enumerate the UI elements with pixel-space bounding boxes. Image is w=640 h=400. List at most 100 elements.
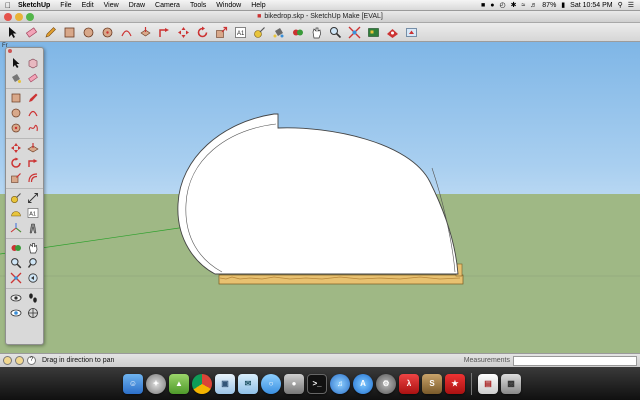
push-pull-icon[interactable] <box>25 141 41 155</box>
move-icon[interactable] <box>8 141 24 155</box>
orbit-icon[interactable] <box>289 25 306 40</box>
zoom-extents-icon[interactable] <box>346 25 363 40</box>
dimension-icon[interactable] <box>25 191 41 205</box>
help-icon[interactable]: ? <box>27 356 36 365</box>
arc-icon[interactable] <box>118 25 135 40</box>
eraser-icon[interactable] <box>25 71 41 85</box>
trash-icon[interactable]: ▩ <box>501 373 521 394</box>
terminal-icon[interactable]: >_ <box>307 373 327 394</box>
scale-icon[interactable] <box>8 171 24 185</box>
spotlight-icon[interactable]: ⚲ <box>618 1 623 9</box>
tape-measure-icon[interactable] <box>8 191 24 205</box>
android-tool-icon[interactable]: ▲ <box>169 373 189 394</box>
measurements-input[interactable] <box>513 355 637 366</box>
wifi-icon[interactable]: ≈ <box>521 2 525 9</box>
app-store-icon[interactable]: A <box>353 373 373 394</box>
offset-icon[interactable] <box>25 171 41 185</box>
volume-icon[interactable]: ♬ <box>530 2 537 9</box>
tape-measure-icon[interactable] <box>251 25 268 40</box>
large-tool-set-palette[interactable]: A1 <box>5 47 44 345</box>
timemachine-icon[interactable]: ◴ <box>499 1 505 9</box>
battery-icon[interactable]: ▮ <box>561 1 565 9</box>
battery-percent[interactable]: 87% <box>542 2 556 9</box>
model-viewport[interactable]: Fr <box>0 42 640 353</box>
arc-icon[interactable] <box>25 106 41 120</box>
polygon-icon[interactable] <box>99 25 116 40</box>
extension-warehouse-icon[interactable] <box>384 25 401 40</box>
warehouse-icon[interactable] <box>365 25 382 40</box>
zoom-icon[interactable] <box>327 25 344 40</box>
pencil-icon[interactable] <box>42 25 59 40</box>
finder-icon[interactable]: ☺ <box>123 373 143 394</box>
axes-icon[interactable] <box>8 221 24 235</box>
offset-icon[interactable]: A1 <box>232 25 249 40</box>
sketchup-dock-icon[interactable]: S <box>422 373 442 394</box>
freehand-icon[interactable] <box>25 121 41 135</box>
geolocation-icon[interactable] <box>3 356 12 365</box>
move-icon[interactable] <box>175 25 192 40</box>
close-window-icon[interactable] <box>4 13 12 21</box>
protractor-icon[interactable] <box>8 206 24 220</box>
menu-file[interactable]: File <box>55 2 76 9</box>
look-around-icon[interactable] <box>8 306 24 320</box>
menu-help[interactable]: Help <box>246 2 270 9</box>
scale-icon[interactable] <box>213 25 230 40</box>
menu-edit[interactable]: Edit <box>77 2 99 9</box>
system-preferences-icon[interactable]: ⚙ <box>376 373 396 394</box>
polygon-icon[interactable] <box>8 121 24 135</box>
push-pull-icon[interactable] <box>137 25 154 40</box>
menu-camera[interactable]: Camera <box>150 2 185 9</box>
paint-bucket-icon[interactable] <box>8 71 24 85</box>
eraser-icon[interactable] <box>23 25 40 40</box>
skype-tray-icon[interactable]: ● <box>490 2 494 9</box>
3d-text-icon[interactable] <box>25 221 41 235</box>
documents-stack-icon[interactable]: ▤ <box>478 373 498 394</box>
pan-icon[interactable] <box>25 241 41 255</box>
mail-icon[interactable]: ✉ <box>238 373 258 394</box>
pan-icon[interactable] <box>308 25 325 40</box>
rectangle-icon[interactable] <box>61 25 78 40</box>
reeder-icon[interactable]: ★ <box>445 373 465 394</box>
follow-me-icon[interactable] <box>156 25 173 40</box>
notification-center-icon[interactable]: ☰ <box>628 1 634 9</box>
previous-view-icon[interactable] <box>25 271 41 285</box>
palette-close-icon[interactable] <box>8 49 12 53</box>
share-model-icon[interactable] <box>403 25 420 40</box>
chrome-icon[interactable] <box>192 373 212 394</box>
itunes-icon[interactable]: ♫ <box>330 373 350 394</box>
menu-window[interactable]: Window <box>211 2 246 9</box>
menu-draw[interactable]: Draw <box>124 2 150 9</box>
text-icon[interactable]: A1 <box>25 206 41 220</box>
zoom-icon[interactable] <box>8 256 24 270</box>
acrobat-icon[interactable]: λ <box>399 373 419 394</box>
pencil-icon[interactable] <box>25 91 41 105</box>
rotate-icon[interactable] <box>8 156 24 170</box>
app-menu[interactable]: SketchUp <box>16 2 55 9</box>
zoom-extents-icon[interactable] <box>8 271 24 285</box>
rotate-icon[interactable] <box>194 25 211 40</box>
follow-me-icon[interactable] <box>25 156 41 170</box>
sketchup-tray-icon[interactable]: ■ <box>481 2 485 9</box>
clock[interactable]: Sat 10:54 PM <box>570 2 612 9</box>
credits-icon[interactable] <box>15 356 24 365</box>
bluetooth-icon[interactable]: ✱ <box>511 1 517 9</box>
zoom-window-icon[interactable] <box>26 13 34 21</box>
section-plane-icon[interactable] <box>25 306 41 320</box>
minimize-window-icon[interactable] <box>15 13 23 21</box>
component-icon[interactable] <box>25 56 41 70</box>
zoom-window-icon[interactable] <box>25 256 41 270</box>
orbit-icon[interactable] <box>8 241 24 255</box>
menu-view[interactable]: View <box>99 2 124 9</box>
menu-tools[interactable]: Tools <box>185 2 211 9</box>
circle-icon[interactable] <box>80 25 97 40</box>
rectangle-icon[interactable] <box>8 91 24 105</box>
circle-icon[interactable] <box>8 106 24 120</box>
walk-icon[interactable] <box>25 291 41 305</box>
select-icon[interactable] <box>4 25 21 40</box>
position-camera-icon[interactable] <box>8 291 24 305</box>
apple-menu-icon[interactable]:  <box>0 1 16 10</box>
photos-icon[interactable]: ● <box>284 373 304 394</box>
preview-icon[interactable]: ▣ <box>215 373 235 394</box>
launchpad-icon[interactable]: ✦ <box>146 373 166 394</box>
select-icon[interactable] <box>8 56 24 70</box>
